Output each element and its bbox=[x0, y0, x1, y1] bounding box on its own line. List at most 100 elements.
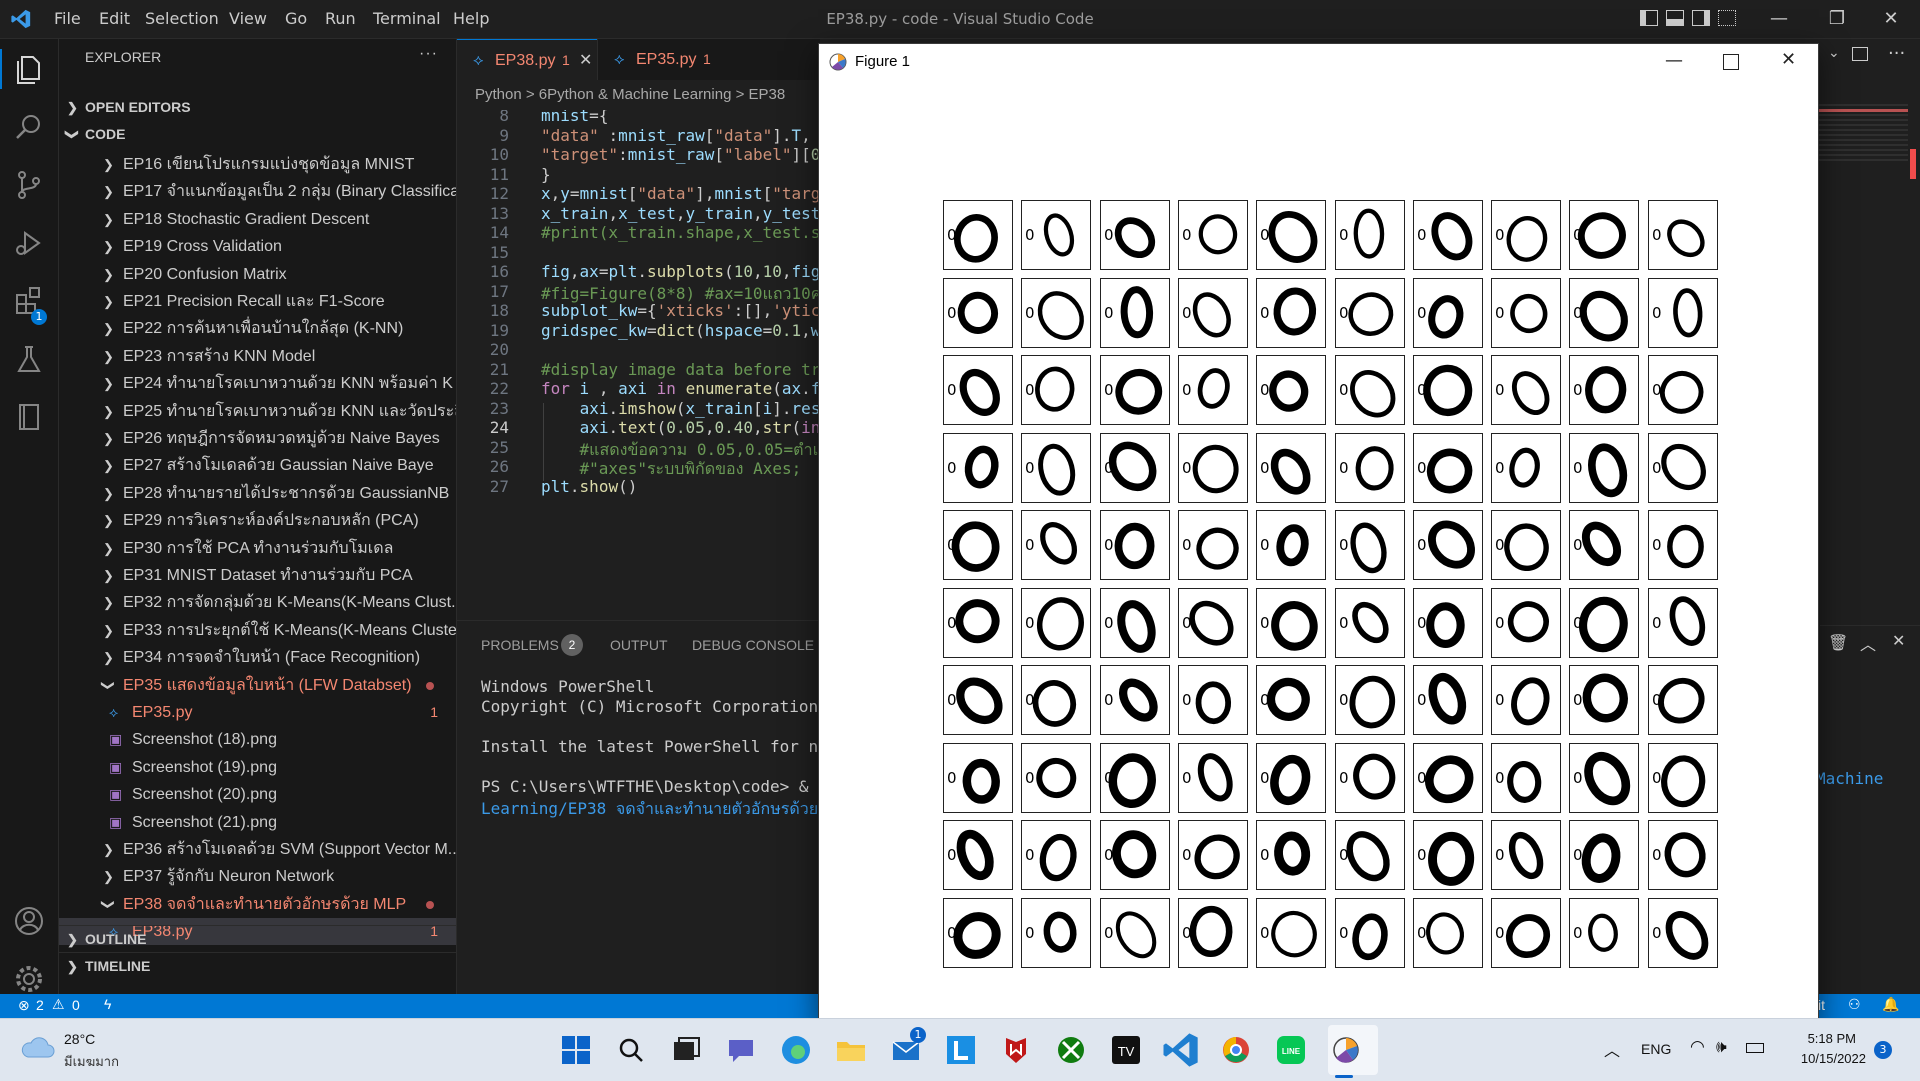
tree-item[interactable]: ❯ EP26 ทฤษฎีการจัดหมวดหมู่ด้วย Naive Baye… bbox=[59, 425, 456, 452]
weather-temp[interactable]: 28°C bbox=[64, 1031, 95, 1047]
tree-item[interactable]: ❯ EP17 จำแนกข้อมูลเป็น 2 กลุ่ม (Binary Cl… bbox=[59, 178, 456, 205]
tree-item[interactable]: ❯ EP27 สร้างโมเดลด้วย Gaussian Naive Baye bbox=[59, 452, 456, 479]
tree-item[interactable]: ▣ Screenshot (21).png bbox=[59, 809, 456, 836]
menu-terminal[interactable]: Terminal bbox=[373, 0, 441, 38]
customize-layout-icon[interactable] bbox=[1718, 10, 1736, 26]
tree-item[interactable]: ❯ EP32 การจัดกลุ่มด้วย K-Means(K-Means Cl… bbox=[59, 589, 456, 616]
code-line[interactable]: fig,ax=plt.subplots(10,10,fig bbox=[541, 262, 820, 281]
teams-chat-icon[interactable] bbox=[721, 1030, 761, 1070]
tree-item[interactable]: ❯ EP30 การใช้ PCA ทำงานร่วมกับโมเดล bbox=[59, 535, 456, 562]
tree-item[interactable]: ⟡ EP35.py 1 bbox=[59, 699, 456, 726]
tree-item[interactable]: ❯ EP22 การค้นหาเพื่อนบ้านใกล้สุด (K-NN) bbox=[59, 315, 456, 342]
tree-item[interactable]: ❯ EP25 ทำนายโรคเบาหวานด้วย KNN และวัดประส… bbox=[59, 398, 456, 425]
menu-view[interactable]: View bbox=[229, 0, 267, 38]
account-icon[interactable] bbox=[9, 901, 49, 941]
toggle-secondary-sidebar-icon[interactable] bbox=[1692, 10, 1710, 26]
figure-maximize-icon[interactable] bbox=[1723, 54, 1739, 70]
l-app-icon[interactable] bbox=[941, 1030, 981, 1070]
source-control-icon[interactable] bbox=[9, 165, 49, 205]
explorer-more-icon[interactable]: ··· bbox=[419, 45, 438, 63]
split-editor-icon[interactable] bbox=[1852, 47, 1868, 61]
search-icon[interactable] bbox=[611, 1030, 651, 1070]
code-editor[interactable]: 8 mnist={9 "data" :mnist_raw["data"].T, 10 "… bbox=[457, 110, 820, 620]
weather-desc[interactable]: มีเมฆมาก bbox=[64, 1051, 119, 1072]
line-app-icon[interactable]: LINE bbox=[1271, 1030, 1311, 1070]
input-language[interactable]: ENG bbox=[1641, 1041, 1671, 1057]
menu-run[interactable]: Run bbox=[325, 0, 356, 38]
chevron-up-icon[interactable]: ︿ bbox=[1604, 1037, 1620, 1061]
volume-icon[interactable]: 🕪 bbox=[1716, 1037, 1727, 1057]
error-icon[interactable]: ⊗ bbox=[18, 997, 30, 1014]
code-line[interactable]: axi.imshow(x_train[i].res bbox=[541, 399, 820, 418]
minimap[interactable] bbox=[1818, 104, 1908, 164]
battery-icon[interactable] bbox=[1746, 1043, 1764, 1053]
explorer-icon[interactable] bbox=[9, 49, 49, 89]
close-panel-icon[interactable]: ✕ bbox=[1892, 631, 1905, 650]
run-debug-icon[interactable] bbox=[9, 223, 49, 263]
code-line[interactable]: plt.show() bbox=[541, 477, 637, 496]
warning-icon[interactable]: ⚠ bbox=[52, 996, 65, 1013]
menu-edit[interactable]: Edit bbox=[99, 0, 130, 38]
tab-problems[interactable]: PROBLEMS bbox=[481, 637, 559, 653]
tree-item[interactable]: ▣ Screenshot (19).png bbox=[59, 754, 456, 781]
tree-item[interactable]: ❯ EP31 MNIST Dataset ทำงานร่วมกับ PCA bbox=[59, 562, 456, 589]
error-count[interactable]: 2 bbox=[36, 997, 44, 1013]
tree-item[interactable]: ❯ EP24 ทำนายโรคเบาหวานด้วย KNN พร้อมค่า K… bbox=[59, 370, 456, 397]
more-actions-icon[interactable]: ··· bbox=[1888, 43, 1905, 64]
code-line[interactable]: gridspec_kw=dict(hspace=0.1,w bbox=[541, 321, 820, 340]
tree-item[interactable]: ❯ EP37 รู้จักกับ Neuron Network bbox=[59, 863, 456, 890]
tree-item[interactable]: ❯ EP34 การจดจำใบหน้า (Face Recognition) bbox=[59, 644, 456, 671]
tree-item[interactable]: ❯ EP23 การสร้าง KNN Model bbox=[59, 343, 456, 370]
notebook-icon[interactable] bbox=[9, 397, 49, 437]
search-icon[interactable] bbox=[9, 107, 49, 147]
xbox-icon[interactable] bbox=[1051, 1030, 1091, 1070]
code-line[interactable]: x_train,x_test,y_train,y_test bbox=[541, 204, 820, 223]
tree-item[interactable]: ❯ EP35 แสดงข้อมูลใบหน้า (LFW Databset) bbox=[59, 672, 456, 699]
settings-gear-icon[interactable] bbox=[9, 959, 49, 999]
tree-item[interactable]: ❯ EP29 การวิเคราะห์องค์ประกอบหลัก (PCA) bbox=[59, 507, 456, 534]
tree-item[interactable]: ❯ EP16 เขียนโปรแกรมแบ่งชุดข้อมูล MNIST bbox=[59, 151, 456, 178]
code-line[interactable]: } bbox=[541, 165, 551, 184]
code-line[interactable]: subplot_kw={'xticks':[],'ytic bbox=[541, 301, 820, 320]
tree-item[interactable]: ❯ EP33 การประยุกต์ใช้ K-Means(K-Means Clu… bbox=[59, 617, 456, 644]
tradingview-icon[interactable]: TV bbox=[1106, 1030, 1146, 1070]
tree-item[interactable]: ❯ EP38 จดจำและทำนายตัวอักษรด้วย MLP bbox=[59, 891, 456, 918]
outline-section[interactable]: ❯ OUTLINE bbox=[59, 925, 456, 953]
tree-item[interactable]: ❯ EP20 Confusion Matrix bbox=[59, 261, 456, 288]
windows-start-icon[interactable] bbox=[556, 1030, 596, 1070]
tree-item[interactable]: ▣ Screenshot (20).png bbox=[59, 781, 456, 808]
vscode-taskbar-icon[interactable] bbox=[1161, 1030, 1201, 1070]
code-line[interactable]: axi.text(0.05,0.40,str(in bbox=[541, 418, 820, 437]
file-explorer-icon[interactable] bbox=[831, 1030, 871, 1070]
trash-icon[interactable]: 🗑 bbox=[1828, 633, 1848, 652]
clock-time[interactable]: 5:18 PM bbox=[1796, 1031, 1856, 1046]
figure-close-icon[interactable]: ✕ bbox=[1781, 49, 1796, 70]
status-right-text[interactable]: it bbox=[1818, 997, 1825, 1013]
menu-file[interactable]: File bbox=[54, 0, 81, 38]
notification-count-badge[interactable]: 3 bbox=[1874, 1041, 1892, 1059]
weather-cloud-icon[interactable] bbox=[20, 1033, 56, 1061]
python-figure-taskbar-icon[interactable] bbox=[1326, 1030, 1366, 1070]
menu-help[interactable]: Help bbox=[453, 0, 489, 38]
maximize-panel-icon[interactable]: ︿ bbox=[1860, 631, 1876, 655]
toggle-sidebar-icon[interactable] bbox=[1640, 10, 1658, 26]
code-line[interactable]: mnist={ bbox=[541, 110, 608, 125]
live-share-icon[interactable]: ⚇ bbox=[1848, 996, 1861, 1013]
tree-item[interactable]: ❯ EP19 Cross Validation bbox=[59, 233, 456, 260]
notifications-bell-icon[interactable]: 🔔 bbox=[1882, 996, 1899, 1013]
wifi-icon[interactable]: ◠ bbox=[1690, 1037, 1705, 1057]
tab-ep35[interactable]: ⟡ EP35.py 1 bbox=[597, 39, 738, 80]
code-line[interactable]: for i , axi in enumerate(ax.f bbox=[541, 379, 820, 398]
warning-count[interactable]: 0 bbox=[72, 997, 80, 1013]
tree-item[interactable]: ❯ EP21 Precision Recall และ F1-Score bbox=[59, 288, 456, 315]
task-view-icon[interactable] bbox=[666, 1030, 706, 1070]
tree-item[interactable]: ❯ EP28 ทำนายรายได้ประชากรด้วย GaussianNB bbox=[59, 480, 456, 507]
timeline-section[interactable]: ❯ TIMELINE bbox=[59, 952, 456, 980]
menu-selection[interactable]: Selection bbox=[145, 0, 219, 38]
tab-output[interactable]: OUTPUT bbox=[610, 637, 668, 653]
code-line[interactable]: #print(x_train.shape,x_test.s bbox=[541, 223, 820, 242]
chevron-down-icon[interactable]: ⌄ bbox=[1828, 45, 1840, 61]
tab-ep38[interactable]: ⟡ EP38.py 1 ✕ bbox=[457, 39, 597, 81]
code-line[interactable]: "data" :mnist_raw["data"].T, bbox=[541, 126, 811, 145]
tree-item[interactable]: ❯ EP18 Stochastic Gradient Descent bbox=[59, 206, 456, 233]
